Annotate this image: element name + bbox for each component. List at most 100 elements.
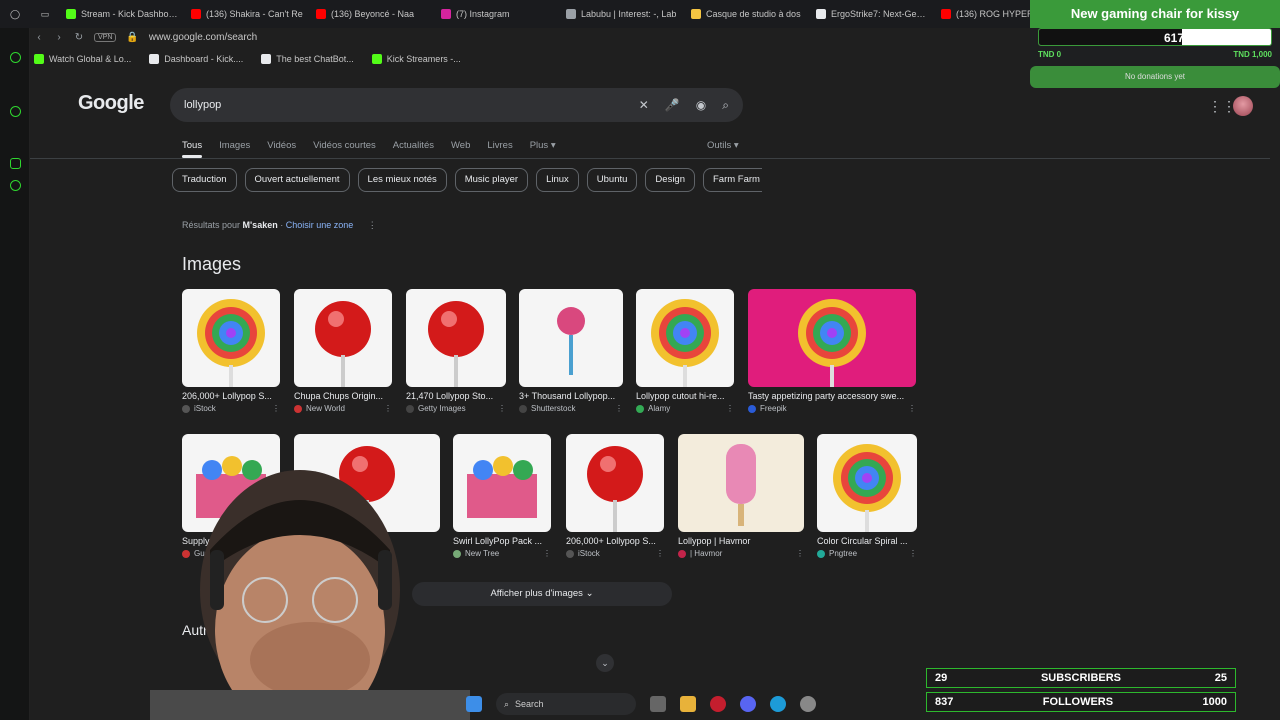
image-thumbnail[interactable]: [519, 289, 623, 387]
image-thumbnail[interactable]: [406, 289, 506, 387]
filter-chip[interactable]: Traduction: [172, 168, 237, 192]
image-caption[interactable]: 206,000+ Lollypop S...: [566, 536, 664, 546]
bookmark-item[interactable]: Kick Streamers -...: [371, 54, 461, 64]
search-tab[interactable]: Images: [219, 140, 250, 158]
edge-icon[interactable]: [770, 696, 786, 712]
forward-icon[interactable]: ›: [54, 32, 64, 43]
opera-gx-icon[interactable]: [710, 696, 726, 712]
clear-icon[interactable]: ✕: [639, 98, 649, 113]
image-thumbnail[interactable]: [817, 434, 917, 532]
more-options-icon[interactable]: ⋮: [908, 404, 916, 413]
image-thumbnail[interactable]: [636, 289, 734, 387]
search-tab[interactable]: Plus ▾: [530, 140, 556, 158]
bookmark-item[interactable]: Dashboard - Kick....: [149, 54, 243, 64]
more-options-icon[interactable]: ⋮: [384, 404, 392, 413]
vpn-badge[interactable]: VPN: [94, 32, 117, 42]
tools-button[interactable]: Outils ▾: [707, 140, 739, 151]
start-icon[interactable]: [466, 696, 482, 712]
image-thumbnail[interactable]: [566, 434, 664, 532]
filter-chip[interactable]: Design: [645, 168, 695, 192]
more-options-icon[interactable]: ⋮: [726, 404, 734, 413]
image-caption[interactable]: 206,000+ Lollypop S...: [182, 391, 280, 401]
image-caption[interactable]: 3+ Thousand Lollypop...: [519, 391, 623, 401]
expand-chevron-icon[interactable]: ⌄: [596, 654, 614, 672]
browser-tab[interactable]: (7) Instagram: [435, 0, 560, 28]
more-options-icon[interactable]: ⋮: [796, 549, 804, 558]
apps-grid-icon[interactable]: ⋮⋮: [1208, 98, 1236, 115]
image-result[interactable]: 21,470 Lollypop Sto... Getty Images ⋮: [406, 289, 506, 427]
image-result[interactable]: 3+ Thousand Lollypop... Shutterstock ⋮: [519, 289, 623, 427]
more-options-icon[interactable]: ⋮: [615, 404, 623, 413]
search-tab[interactable]: Web: [451, 140, 470, 158]
browser-tab[interactable]: Stream - Kick Dashboard: [60, 0, 185, 28]
image-thumbnail[interactable]: [678, 434, 804, 532]
more-options-icon[interactable]: ⋮: [909, 549, 917, 558]
more-options-icon[interactable]: ⋮: [272, 404, 280, 413]
browser-tab[interactable]: (136) Beyoncé - Naa: [310, 0, 435, 28]
image-caption[interactable]: Lollypop cutout hi-re...: [636, 391, 734, 401]
lens-icon[interactable]: ◉: [696, 98, 706, 113]
messenger-icon[interactable]: [10, 158, 21, 169]
browser-tab[interactable]: ErgoStrike7: Next-Gen F: [810, 0, 935, 28]
image-result[interactable]: Chupa Chups Origin... New World ⋮: [294, 289, 392, 427]
more-options-icon[interactable]: ⋮: [498, 404, 506, 413]
more-options-icon[interactable]: ⋮: [543, 549, 551, 558]
browser-tab[interactable]: (136) Shakira - Can't Re: [185, 0, 310, 28]
discord-icon[interactable]: [740, 696, 756, 712]
task-view-icon[interactable]: [650, 696, 666, 712]
avatar[interactable]: [1233, 96, 1253, 116]
google-logo[interactable]: Google: [78, 92, 144, 115]
image-result[interactable]: 206,000+ Lollypop S... iStock ⋮: [566, 434, 664, 572]
filter-chip[interactable]: Music player: [454, 168, 529, 192]
filter-chip[interactable]: Ubuntu: [586, 168, 638, 192]
filter-chip[interactable]: Linux: [536, 168, 579, 192]
app-icon[interactable]: [800, 696, 816, 712]
url-field[interactable]: www.google.com/search: [149, 32, 257, 43]
image-result[interactable]: Color Circular Spiral ... Pngtree ⋮: [817, 434, 917, 572]
player-icon[interactable]: [10, 106, 21, 117]
back-icon[interactable]: ‹: [34, 32, 44, 43]
filter-chip[interactable]: Ouvert actuellement: [244, 168, 350, 192]
bookmark-item[interactable]: Watch Global & Lo...: [34, 54, 131, 64]
filter-chip[interactable]: Farm Farm Anim: [703, 168, 762, 192]
choose-zone-link[interactable]: Choisir une zone: [286, 220, 354, 230]
bookmark-item[interactable]: The best ChatBot...: [261, 54, 354, 64]
tab-favicon-icon: [816, 9, 826, 19]
image-caption[interactable]: Chupa Chups Origin...: [294, 391, 392, 401]
search-icon[interactable]: ⌕: [722, 98, 729, 113]
source-favicon-icon: [566, 549, 574, 558]
image-caption[interactable]: Color Circular Spiral ...: [817, 536, 917, 546]
more-options-icon[interactable]: ⋮: [656, 549, 664, 558]
image-caption[interactable]: Tasty appetizing party accessory swe...: [748, 391, 916, 401]
image-result[interactable]: Tasty appetizing party accessory swe... F…: [748, 289, 916, 427]
search-tab[interactable]: Vidéos: [267, 140, 296, 158]
image-result[interactable]: Lollypop | Havmor | Havmor ⋮: [678, 434, 804, 572]
search-tab[interactable]: Livres: [487, 140, 512, 158]
image-thumbnail[interactable]: [182, 289, 280, 387]
image-source: iStock: [194, 404, 216, 413]
search-input[interactable]: lollypop: [184, 99, 639, 111]
tab-switcher-icon[interactable]: ▭: [30, 9, 60, 20]
microphone-icon[interactable]: 🎤: [665, 98, 680, 113]
search-tab[interactable]: Actualités: [393, 140, 434, 158]
image-caption[interactable]: 21,470 Lollypop Sto...: [406, 391, 506, 401]
settings-icon[interactable]: [10, 180, 21, 191]
file-explorer-icon[interactable]: [680, 696, 696, 712]
image-result[interactable]: 206,000+ Lollypop S... iStock ⋮: [182, 289, 280, 427]
image-caption[interactable]: Lollypop | Havmor: [678, 536, 804, 546]
more-options-icon[interactable]: ⋮: [368, 220, 377, 230]
browser-tab[interactable]: Casque de studio à dos: [685, 0, 810, 28]
search-box[interactable]: lollypop ✕ 🎤 ◉ ⌕: [170, 88, 743, 122]
tab-title: (136) Beyoncé - Naa: [331, 9, 415, 19]
reload-icon[interactable]: ↻: [74, 32, 84, 43]
browser-tab[interactable]: Labubu | Interest: -, Lab: [560, 0, 685, 28]
image-thumbnail[interactable]: [294, 289, 392, 387]
image-result[interactable]: Lollypop cutout hi-re... Alamy ⋮: [636, 289, 734, 427]
opera-menu-icon[interactable]: ◯: [0, 9, 30, 20]
search-tab[interactable]: Vidéos courtes: [313, 140, 376, 158]
image-thumbnail[interactable]: [748, 289, 916, 387]
search-tab[interactable]: Tous: [182, 140, 203, 158]
filter-chip[interactable]: Les mieux notés: [357, 168, 447, 192]
workspace-icon[interactable]: [10, 52, 21, 63]
taskbar-search[interactable]: ⌕ Search: [496, 693, 636, 715]
